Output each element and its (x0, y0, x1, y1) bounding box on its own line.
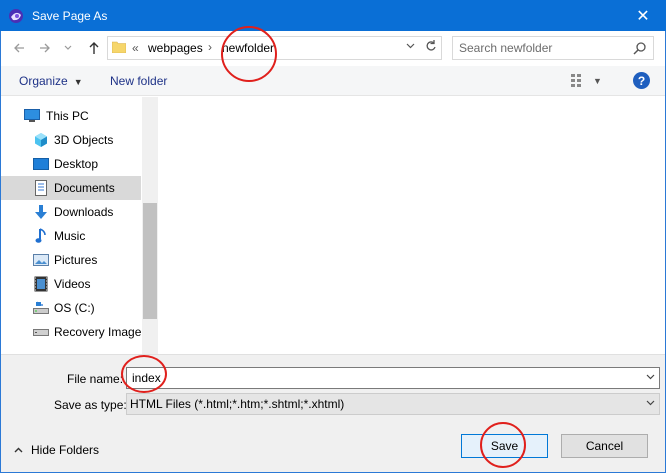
organize-label: Organize (19, 74, 68, 88)
sidebar-item-label: Documents (54, 181, 115, 195)
sidebar-item-music[interactable]: Music (1, 224, 141, 248)
new-folder-button[interactable]: New folder (110, 74, 167, 88)
address-bar[interactable]: « webpages › newfolder (107, 36, 442, 60)
firefox-app-icon (9, 9, 23, 23)
file-list-area[interactable] (159, 97, 665, 354)
recent-locations-button[interactable] (60, 38, 76, 58)
sidebar-item-label: Recovery Image (54, 325, 142, 339)
documents-icon (33, 180, 49, 196)
file-name-label: File name: (67, 372, 124, 386)
back-arrow-icon (14, 43, 24, 53)
caret-down-icon: ▼ (593, 76, 602, 86)
chevron-down-icon (64, 45, 72, 50)
sidebar-item-pictures[interactable]: Pictures (1, 248, 141, 272)
sidebar-item-label: 3D Objects (54, 133, 114, 147)
close-icon: ✕ (636, 7, 650, 25)
up-button[interactable] (83, 38, 105, 58)
sidebar-item-3d-objects[interactable]: 3D Objects (1, 128, 141, 152)
breadcrumb-overflow[interactable]: « (132, 41, 139, 55)
chevron-down-icon (646, 374, 655, 380)
chevron-up-icon (14, 447, 23, 453)
command-bar: Organize ▼ New folder ▼ (1, 66, 665, 96)
sidebar-item-label: Videos (54, 277, 91, 291)
search-box[interactable] (452, 36, 654, 60)
refresh-icon (426, 40, 436, 51)
file-name-input[interactable] (132, 371, 632, 385)
navigation-pane: This PC 3D Objects Desktop Documents Dow… (1, 97, 158, 354)
chevron-down-icon (406, 43, 415, 49)
sidebar-item-desktop[interactable]: Desktop (1, 152, 141, 176)
file-name-combobox[interactable] (126, 367, 660, 389)
sidebar-item-label: Desktop (54, 157, 99, 171)
title-bar: Save Page As ✕ (0, 0, 666, 31)
save-button[interactable]: Save (461, 434, 548, 458)
nav-scrollbar-thumb[interactable] (143, 203, 157, 319)
caret-down-icon: ▼ (73, 77, 83, 87)
folder-icon (112, 41, 126, 53)
sidebar-item-recovery-image[interactable]: Recovery Image (1, 320, 141, 344)
breadcrumb-newfolder[interactable]: newfolder (222, 41, 274, 55)
sidebar-item-label: Pictures (54, 253, 98, 267)
help-icon: ? (637, 73, 646, 88)
film-icon (33, 276, 49, 292)
breadcrumb-webpages[interactable]: webpages (148, 41, 203, 55)
change-view-button[interactable]: ▼ (571, 72, 607, 90)
pictures-icon (33, 252, 49, 268)
hide-folders-button[interactable]: Hide Folders (14, 443, 99, 457)
forward-button[interactable] (34, 38, 56, 58)
sidebar-item-label: Music (54, 229, 86, 243)
search-icon (633, 42, 646, 55)
back-button[interactable] (8, 38, 30, 58)
close-button[interactable]: ✕ (620, 0, 666, 31)
sidebar-item-documents[interactable]: Documents (1, 176, 141, 200)
forward-arrow-icon (40, 43, 50, 53)
search-input[interactable] (459, 41, 629, 55)
cancel-button[interactable]: Cancel (561, 434, 648, 458)
organize-button[interactable]: Organize ▼ (19, 74, 83, 88)
drive-icon (33, 324, 49, 340)
sidebar-item-downloads[interactable]: Downloads (1, 200, 141, 224)
sidebar-item-label: This PC (46, 109, 89, 123)
save-as-type-value: HTML Files (*.html;*.htm;*.shtml;*.xhtml… (130, 397, 345, 411)
drive-icon (33, 300, 49, 316)
view-grid-icon (571, 74, 581, 87)
save-as-type-dropdown-button[interactable] (646, 397, 655, 409)
sidebar-item-videos[interactable]: Videos (1, 272, 141, 296)
cube-icon (33, 132, 49, 148)
breadcrumb-separator[interactable]: › (208, 40, 212, 54)
up-arrow-icon (89, 42, 99, 54)
desktop-icon (33, 156, 49, 172)
save-as-type-label: Save as type: (54, 398, 127, 412)
sidebar-item-label: OS (C:) (54, 301, 95, 315)
chevron-down-icon (646, 400, 655, 406)
save-as-type-select[interactable]: HTML Files (*.html;*.htm;*.shtml;*.xhtml… (126, 393, 660, 415)
help-button[interactable]: ? (633, 72, 650, 89)
music-note-icon (33, 228, 49, 244)
download-arrow-icon (33, 204, 49, 220)
hide-folders-label: Hide Folders (31, 443, 100, 457)
sidebar-item-label: Downloads (54, 205, 114, 219)
sidebar-item-this-pc[interactable]: This PC (1, 104, 141, 128)
address-dropdown-button[interactable] (406, 40, 415, 52)
refresh-button[interactable] (425, 39, 437, 56)
sidebar-item-os-c[interactable]: OS (C:) (1, 296, 141, 320)
file-name-dropdown-button[interactable] (646, 371, 655, 383)
window-title: Save Page As (32, 9, 108, 23)
computer-icon (24, 108, 40, 124)
